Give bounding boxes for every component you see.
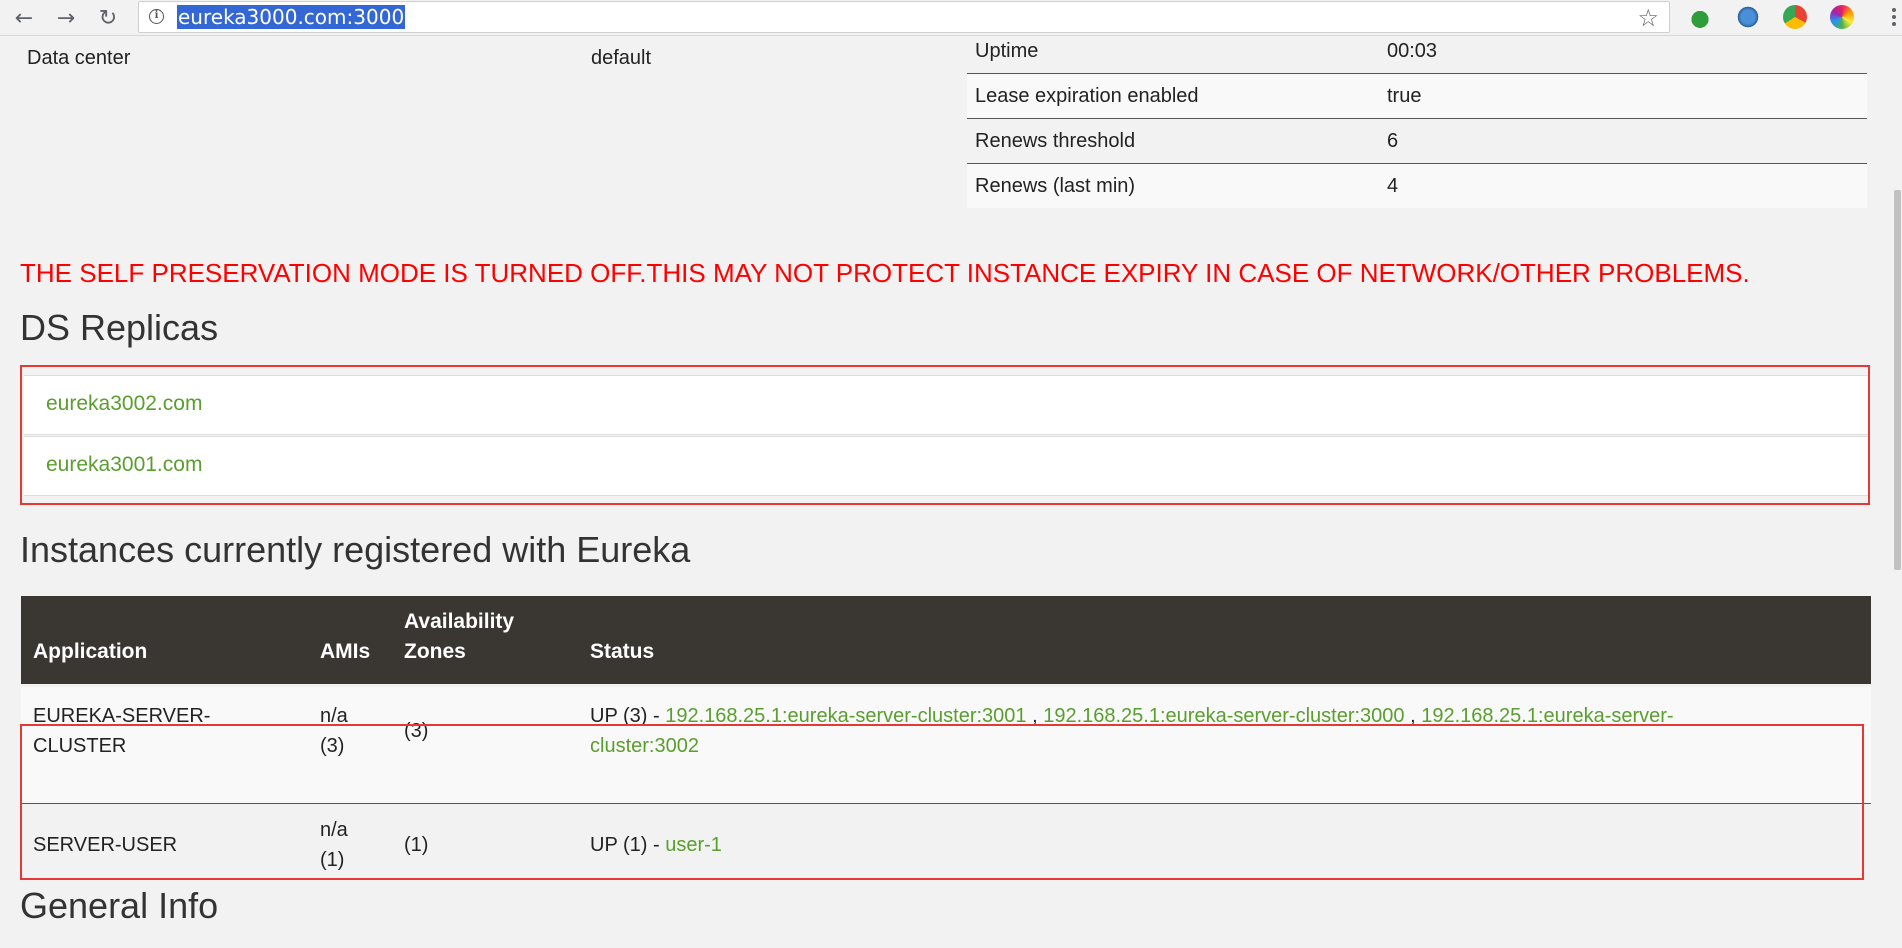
table-row: EUREKA-SERVER- CLUSTER n/a (3) (3) UP (3… [21,687,1871,804]
instance-link[interactable]: 192.168.25.1:eureka-server-cluster:3001 [665,705,1026,727]
column-header-zones-line2: Zones [404,640,466,663]
zones-value: (1) [404,834,429,856]
table-row: Lease expiration enabled true [967,73,1867,119]
bookmark-star-icon[interactable]: ☆ [1637,4,1659,32]
replica-link[interactable]: eureka3001.com [46,453,202,477]
cloud-extension-icon[interactable] [1688,5,1712,29]
amis-line2: (3) [320,735,345,757]
stat-value: true [1379,73,1867,119]
table-row: SERVER-USER n/a (1) (1) UP (1) - user-1 [21,804,1871,882]
address-bar[interactable]: i eureka3000.com:3000 ☆ [138,1,1670,33]
column-header-status: Status [590,640,655,663]
stat-key: Lease expiration enabled [967,73,1379,119]
menu-icon[interactable] [1888,2,1900,32]
table-row: Uptime 00:03 [967,36,1867,74]
self-preservation-warning: THE SELF PRESERVATION MODE IS TURNED OFF… [20,258,1750,288]
table-row: Renews threshold 6 [967,118,1867,164]
browser-toolbar: ← → ↻ i eureka3000.com:3000 ☆ [0,0,1902,36]
column-header-zones-line1: Availability [404,610,515,633]
stat-value: 4 [1379,163,1867,208]
amis-line1: n/a [320,819,348,841]
chrome-extension-icon[interactable] [1783,5,1807,29]
data-center-label: Data center [27,47,131,69]
stat-value: 00:03 [1379,36,1867,74]
column-header-application: Application [33,640,148,663]
replicas-title: DS Replicas [20,307,219,348]
info-icon[interactable]: i [149,9,164,24]
instance-link[interactable]: user-1 [665,834,722,856]
replica-link[interactable]: eureka3002.com [46,392,202,416]
amis-line1: n/a [320,705,348,727]
table-row: Renews (last min) 4 [967,163,1867,208]
stat-value: 6 [1379,118,1867,164]
application-name-line1: EUREKA-SERVER- [33,705,211,727]
status-line: UP (1) - user-1 [590,834,722,857]
list-item: eureka3002.com [24,375,1868,435]
replicas-highlight-box: eureka3002.com eureka3001.com [20,365,1870,505]
list-item: eureka3001.com [24,436,1868,496]
stat-key: Renews (last min) [967,163,1379,208]
back-icon[interactable]: ← [6,0,42,36]
reload-icon[interactable]: ↻ [90,0,126,36]
link-separator: , [1026,705,1044,727]
instance-link[interactable]: 192.168.25.1:eureka-server- [1421,705,1673,727]
url-text[interactable]: eureka3000.com:3000 [177,5,406,29]
status-prefix: UP (1) - [590,834,666,856]
data-center-value: default [591,47,652,69]
scrollbar-thumb[interactable] [1894,190,1901,570]
link-separator: , [1404,705,1422,727]
page-content: Data center default Uptime 00:03 Lease e… [0,36,1890,948]
column-header-amis: AMIs [320,640,371,663]
forward-icon[interactable]: → [48,0,84,36]
stats-table: Uptime 00:03 Lease expiration enabled tr… [967,36,1867,208]
extension-icon[interactable] [1736,5,1760,29]
instances-table-header: Application AMIs Availability Zones Stat… [21,596,1871,684]
color-wheel-extension-icon[interactable] [1830,5,1854,29]
application-name: SERVER-USER [33,834,178,856]
amis-line2: (1) [320,849,345,871]
instances-title: Instances currently registered with Eure… [20,529,691,570]
instance-link[interactable]: 192.168.25.1:eureka-server-cluster:3000 [1043,705,1404,727]
zones-value: (3) [404,720,429,742]
general-info-title: General Info [20,885,219,926]
stat-key: Renews threshold [967,118,1379,164]
status-line1: UP (3) - 192.168.25.1:eureka-server-clus… [590,705,1674,728]
status-prefix: UP (3) - [590,705,666,727]
application-name-line2: CLUSTER [33,735,127,757]
instance-link-continuation[interactable]: cluster:3002 [590,735,699,758]
stat-key: Uptime [967,36,1379,74]
